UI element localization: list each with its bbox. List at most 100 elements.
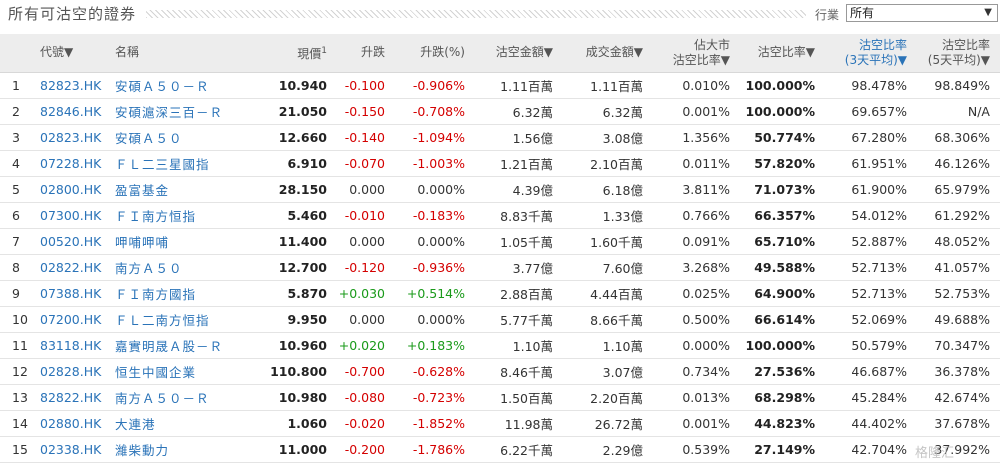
change-pct-cell: 0.000%	[395, 176, 475, 203]
header-name[interactable]: 名稱	[115, 34, 260, 73]
stock-code-link[interactable]: 82846.HK	[40, 98, 115, 125]
header-market-short-ratio[interactable]: 佔大市 沽空比率▼	[653, 34, 740, 73]
stock-code-link[interactable]: 82822.HK	[40, 384, 115, 411]
stock-name-link[interactable]: 濰柴動力	[115, 436, 260, 463]
stock-name-link[interactable]: 南方Ａ５０－Ｒ	[115, 384, 260, 411]
market-short-ratio-cell: 1.356%	[653, 124, 740, 151]
short-ratio-cell: 65.710%	[740, 228, 825, 255]
short-ratio-5d-cell: 36.378%	[917, 358, 1000, 385]
stock-code-link[interactable]: 02822.HK	[40, 254, 115, 281]
header-change[interactable]: 升跌	[337, 34, 395, 73]
stock-name-link[interactable]: 嘉實明晟Ａ股－Ｒ	[115, 332, 260, 359]
short-amount-cell: 1.50百萬	[475, 384, 563, 411]
header-change-pct[interactable]: 升跌(%)	[395, 34, 475, 73]
short-ratio-cell: 64.900%	[740, 280, 825, 307]
short-ratio-3d-cell: 42.704%	[825, 436, 917, 463]
short-ratio-5d-cell: 65.979%	[917, 176, 1000, 203]
price-cell: 1.060	[260, 410, 337, 437]
stock-code-link[interactable]: 02828.HK	[40, 358, 115, 385]
row-index: 14	[0, 410, 40, 437]
short-ratio-cell: 100.000%	[740, 98, 825, 125]
table-row: 13 82822.HK 南方Ａ５０－Ｒ 10.980 -0.080 -0.723% 1.50…	[0, 384, 1000, 411]
stock-name-link[interactable]: ＦＩ南方國指	[115, 280, 260, 307]
price-cell: 110.800	[260, 358, 337, 385]
stock-code-link[interactable]: 07388.HK	[40, 280, 115, 307]
industry-select[interactable]: 所有 ▼	[846, 4, 998, 22]
change-pct-cell: -1.094%	[395, 124, 475, 151]
short-ratio-5d-cell: 49.688%	[917, 306, 1000, 333]
short-amount-cell: 1.10萬	[475, 332, 563, 359]
short-ratio-3d-cell: 52.069%	[825, 306, 917, 333]
stock-code-link[interactable]: 02823.HK	[40, 124, 115, 151]
header-short-amount[interactable]: 沽空金額▼	[475, 34, 563, 73]
change-pct-cell: 0.000%	[395, 306, 475, 333]
stock-code-link[interactable]: 07300.HK	[40, 202, 115, 229]
short-ratio-5d-cell: 42.674%	[917, 384, 1000, 411]
turnover-cell: 6.18億	[563, 176, 653, 203]
short-ratio-cell: 68.298%	[740, 384, 825, 411]
table-row: 7 00520.HK 呷哺呷哺 11.400 0.000 0.000% 1.05千萬 1.60…	[0, 228, 1000, 255]
short-amount-cell: 4.39億	[475, 176, 563, 203]
stock-code-link[interactable]: 00520.HK	[40, 228, 115, 255]
stock-name-link[interactable]: 安碩Ａ５０	[115, 124, 260, 151]
turnover-cell: 7.60億	[563, 254, 653, 281]
change-pct-cell: -1.852%	[395, 410, 475, 437]
header-short-ratio[interactable]: 沽空比率▼	[740, 34, 825, 73]
row-index: 10	[0, 306, 40, 333]
header-code[interactable]: 代號▼	[40, 34, 115, 73]
short-selling-table: 代號▼ 名稱 現價1 升跌 升跌(%) 沽空金額▼ 成交金額▼ 佔大市 沽空比率▼…	[0, 34, 1000, 463]
header-short-ratio-5d[interactable]: 沽空比率 (5天平均)▼	[917, 34, 1000, 73]
market-short-ratio-cell: 0.001%	[653, 98, 740, 125]
stock-code-link[interactable]: 82823.HK	[40, 72, 115, 99]
short-ratio-cell: 100.000%	[740, 72, 825, 99]
market-short-ratio-cell: 0.091%	[653, 228, 740, 255]
stock-code-link[interactable]: 07200.HK	[40, 306, 115, 333]
header-price[interactable]: 現價1	[260, 34, 337, 73]
turnover-cell: 3.07億	[563, 358, 653, 385]
stock-name-link[interactable]: 南方Ａ５０	[115, 254, 260, 281]
price-cell: 11.400	[260, 228, 337, 255]
stock-name-link[interactable]: 恒生中國企業	[115, 358, 260, 385]
short-ratio-5d-cell: 52.753%	[917, 280, 1000, 307]
market-short-ratio-cell: 0.025%	[653, 280, 740, 307]
stock-code-link[interactable]: 07228.HK	[40, 150, 115, 177]
stock-code-link[interactable]: 02800.HK	[40, 176, 115, 203]
stock-name-link[interactable]: ＦＬ二南方恒指	[115, 306, 260, 333]
price-cell: 21.050	[260, 98, 337, 125]
stock-name-link[interactable]: 安碩滬深三百－Ｒ	[115, 98, 260, 125]
short-ratio-3d-cell: 50.579%	[825, 332, 917, 359]
stock-name-link[interactable]: 安碩Ａ５０－Ｒ	[115, 72, 260, 99]
market-short-ratio-cell: 0.766%	[653, 202, 740, 229]
change-pct-cell: -0.936%	[395, 254, 475, 281]
short-amount-cell: 6.22千萬	[475, 436, 563, 463]
stock-name-link[interactable]: ＦＩ南方恒指	[115, 202, 260, 229]
short-amount-cell: 1.21百萬	[475, 150, 563, 177]
short-ratio-5d-cell: 48.052%	[917, 228, 1000, 255]
industry-select-value: 所有	[850, 6, 875, 20]
short-ratio-cell: 71.073%	[740, 176, 825, 203]
stock-code-link[interactable]: 83118.HK	[40, 332, 115, 359]
stock-name-link[interactable]: ＦＬ二三星國指	[115, 150, 260, 177]
stock-name-link[interactable]: 大連港	[115, 410, 260, 437]
price-cell: 6.910	[260, 150, 337, 177]
short-ratio-3d-cell: 52.713%	[825, 254, 917, 281]
short-ratio-cell: 27.149%	[740, 436, 825, 463]
change-cell: -0.140	[337, 124, 395, 151]
short-ratio-cell: 49.588%	[740, 254, 825, 281]
row-index: 13	[0, 384, 40, 411]
change-pct-cell: 0.000%	[395, 228, 475, 255]
stock-code-link[interactable]: 02880.HK	[40, 410, 115, 437]
industry-filter-label: 行業	[815, 8, 840, 22]
turnover-cell: 1.33億	[563, 202, 653, 229]
stock-name-link[interactable]: 呷哺呷哺	[115, 228, 260, 255]
change-pct-cell: -0.906%	[395, 72, 475, 99]
short-ratio-5d-cell: 70.347%	[917, 332, 1000, 359]
stock-code-link[interactable]: 02338.HK	[40, 436, 115, 463]
header-short-ratio-3d[interactable]: 沽空比率 (3天平均)▼	[825, 34, 917, 73]
stock-name-link[interactable]: 盈富基金	[115, 176, 260, 203]
header-turnover[interactable]: 成交金額▼	[563, 34, 653, 73]
table-row: 9 07388.HK ＦＩ南方國指 5.870 +0.030 +0.514% 2.88百萬 4…	[0, 280, 1000, 307]
short-ratio-3d-cell: 61.951%	[825, 150, 917, 177]
table-row: 11 83118.HK 嘉實明晟Ａ股－Ｒ 10.960 +0.020 +0.183% 1.1…	[0, 332, 1000, 359]
row-index: 12	[0, 358, 40, 385]
